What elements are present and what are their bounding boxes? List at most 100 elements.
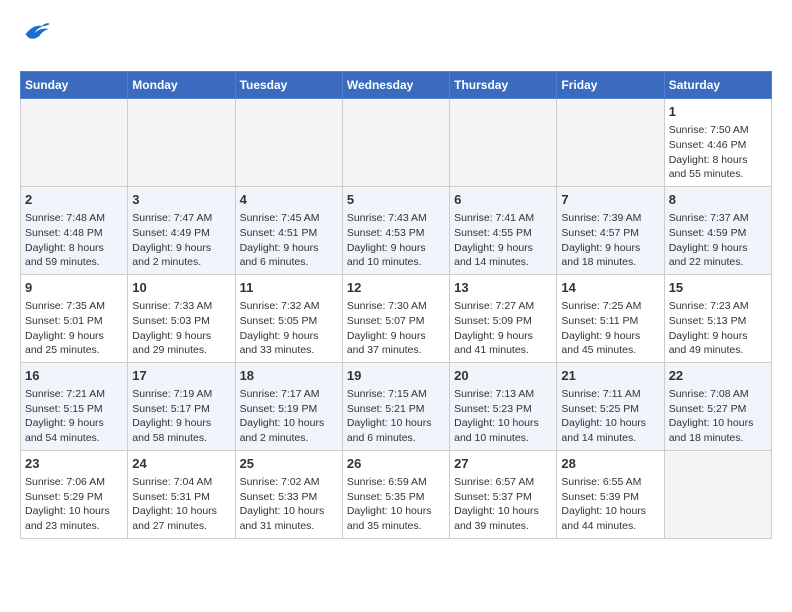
day-info: Sunrise: 7:02 AM Sunset: 5:33 PM Dayligh…	[240, 475, 338, 534]
weekday-header: Thursday	[450, 72, 557, 99]
day-number: 10	[132, 279, 230, 297]
calendar-cell: 5 Sunrise: 7:43 AM Sunset: 4:53 PM Daylig…	[342, 187, 449, 275]
day-info: Sunrise: 7:33 AM Sunset: 5:03 PM Dayligh…	[132, 299, 230, 358]
day-number: 8	[669, 191, 767, 209]
calendar-cell	[342, 99, 449, 187]
calendar-cell: 26 Sunrise: 6:59 AM Sunset: 5:35 PM Dayli…	[342, 450, 449, 538]
day-number: 22	[669, 367, 767, 385]
day-info: Sunrise: 7:41 AM Sunset: 4:55 PM Dayligh…	[454, 211, 552, 270]
calendar-cell	[450, 99, 557, 187]
day-info: Sunrise: 7:11 AM Sunset: 5:25 PM Dayligh…	[561, 387, 659, 446]
day-info: Sunrise: 7:17 AM Sunset: 5:19 PM Dayligh…	[240, 387, 338, 446]
calendar-cell: 15 Sunrise: 7:23 AM Sunset: 5:13 PM Dayli…	[664, 274, 771, 362]
day-number: 23	[25, 455, 123, 473]
weekday-header: Monday	[128, 72, 235, 99]
calendar-cell: 3 Sunrise: 7:47 AM Sunset: 4:49 PM Daylig…	[128, 187, 235, 275]
day-number: 7	[561, 191, 659, 209]
calendar-cell	[235, 99, 342, 187]
calendar-cell: 24 Sunrise: 7:04 AM Sunset: 5:31 PM Dayli…	[128, 450, 235, 538]
day-number: 26	[347, 455, 445, 473]
day-info: Sunrise: 7:39 AM Sunset: 4:57 PM Dayligh…	[561, 211, 659, 270]
day-number: 28	[561, 455, 659, 473]
day-number: 6	[454, 191, 552, 209]
day-number: 19	[347, 367, 445, 385]
day-info: Sunrise: 7:37 AM Sunset: 4:59 PM Dayligh…	[669, 211, 767, 270]
day-info: Sunrise: 7:30 AM Sunset: 5:07 PM Dayligh…	[347, 299, 445, 358]
weekday-header: Sunday	[21, 72, 128, 99]
day-number: 27	[454, 455, 552, 473]
calendar-cell	[557, 99, 664, 187]
calendar-table: SundayMondayTuesdayWednesdayThursdayFrid…	[20, 71, 772, 539]
day-info: Sunrise: 6:55 AM Sunset: 5:39 PM Dayligh…	[561, 475, 659, 534]
day-info: Sunrise: 7:47 AM Sunset: 4:49 PM Dayligh…	[132, 211, 230, 270]
calendar-cell	[128, 99, 235, 187]
calendar-cell: 8 Sunrise: 7:37 AM Sunset: 4:59 PM Daylig…	[664, 187, 771, 275]
day-number: 17	[132, 367, 230, 385]
calendar-cell: 7 Sunrise: 7:39 AM Sunset: 4:57 PM Daylig…	[557, 187, 664, 275]
logo	[20, 20, 50, 61]
calendar-cell: 19 Sunrise: 7:15 AM Sunset: 5:21 PM Dayli…	[342, 362, 449, 450]
calendar-cell: 21 Sunrise: 7:11 AM Sunset: 5:25 PM Dayli…	[557, 362, 664, 450]
day-info: Sunrise: 7:15 AM Sunset: 5:21 PM Dayligh…	[347, 387, 445, 446]
day-info: Sunrise: 6:59 AM Sunset: 5:35 PM Dayligh…	[347, 475, 445, 534]
day-number: 11	[240, 279, 338, 297]
calendar-cell: 6 Sunrise: 7:41 AM Sunset: 4:55 PM Daylig…	[450, 187, 557, 275]
calendar-cell: 23 Sunrise: 7:06 AM Sunset: 5:29 PM Dayli…	[21, 450, 128, 538]
day-number: 16	[25, 367, 123, 385]
day-number: 20	[454, 367, 552, 385]
day-info: Sunrise: 7:13 AM Sunset: 5:23 PM Dayligh…	[454, 387, 552, 446]
calendar-cell: 18 Sunrise: 7:17 AM Sunset: 5:19 PM Dayli…	[235, 362, 342, 450]
day-info: Sunrise: 7:21 AM Sunset: 5:15 PM Dayligh…	[25, 387, 123, 446]
calendar-cell: 4 Sunrise: 7:45 AM Sunset: 4:51 PM Daylig…	[235, 187, 342, 275]
day-info: Sunrise: 7:23 AM Sunset: 5:13 PM Dayligh…	[669, 299, 767, 358]
calendar-cell	[664, 450, 771, 538]
day-info: Sunrise: 7:48 AM Sunset: 4:48 PM Dayligh…	[25, 211, 123, 270]
calendar-cell: 11 Sunrise: 7:32 AM Sunset: 5:05 PM Dayli…	[235, 274, 342, 362]
day-number: 13	[454, 279, 552, 297]
day-number: 4	[240, 191, 338, 209]
calendar-cell: 2 Sunrise: 7:48 AM Sunset: 4:48 PM Daylig…	[21, 187, 128, 275]
calendar-cell: 1 Sunrise: 7:50 AM Sunset: 4:46 PM Daylig…	[664, 99, 771, 187]
day-number: 2	[25, 191, 123, 209]
calendar-cell: 13Sunrise: 7:27 AM Sunset: 5:09 PM Dayli…	[450, 274, 557, 362]
calendar-header-row: SundayMondayTuesdayWednesdayThursdayFrid…	[21, 72, 772, 99]
calendar-cell	[21, 99, 128, 187]
day-number: 1	[669, 103, 767, 121]
day-info: Sunrise: 7:45 AM Sunset: 4:51 PM Dayligh…	[240, 211, 338, 270]
day-info: Sunrise: 7:43 AM Sunset: 4:53 PM Dayligh…	[347, 211, 445, 270]
calendar-cell: 9 Sunrise: 7:35 AM Sunset: 5:01 PM Daylig…	[21, 274, 128, 362]
day-number: 14	[561, 279, 659, 297]
calendar-cell: 12 Sunrise: 7:30 AM Sunset: 5:07 PM Dayli…	[342, 274, 449, 362]
day-info: Sunrise: 7:04 AM Sunset: 5:31 PM Dayligh…	[132, 475, 230, 534]
page-header	[20, 20, 772, 61]
weekday-header: Friday	[557, 72, 664, 99]
day-info: Sunrise: 6:57 AM Sunset: 5:37 PM Dayligh…	[454, 475, 552, 534]
calendar-cell: 14 Sunrise: 7:25 AM Sunset: 5:11 PM Dayli…	[557, 274, 664, 362]
day-number: 12	[347, 279, 445, 297]
weekday-header: Tuesday	[235, 72, 342, 99]
day-number: 18	[240, 367, 338, 385]
day-info: Sunrise: 7:06 AM Sunset: 5:29 PM Dayligh…	[25, 475, 123, 534]
calendar-cell: 27 Sunrise: 6:57 AM Sunset: 5:37 PM Dayli…	[450, 450, 557, 538]
day-info: Sunrise: 7:32 AM Sunset: 5:05 PM Dayligh…	[240, 299, 338, 358]
calendar-cell: 25 Sunrise: 7:02 AM Sunset: 5:33 PM Dayli…	[235, 450, 342, 538]
day-number: 24	[132, 455, 230, 473]
day-number: 3	[132, 191, 230, 209]
calendar-cell: 10 Sunrise: 7:33 AM Sunset: 5:03 PM Dayli…	[128, 274, 235, 362]
calendar-cell: 28 Sunrise: 6:55 AM Sunset: 5:39 PM Dayli…	[557, 450, 664, 538]
calendar-cell: 20 Sunrise: 7:13 AM Sunset: 5:23 PM Dayli…	[450, 362, 557, 450]
day-info: Sunrise: 7:35 AM Sunset: 5:01 PM Dayligh…	[25, 299, 123, 358]
day-number: 5	[347, 191, 445, 209]
calendar-cell: 22 Sunrise: 7:08 AM Sunset: 5:27 PM Dayli…	[664, 362, 771, 450]
logo-icon	[22, 20, 50, 42]
day-number: 15	[669, 279, 767, 297]
day-info: Sunrise: 7:08 AM Sunset: 5:27 PM Dayligh…	[669, 387, 767, 446]
weekday-header: Saturday	[664, 72, 771, 99]
day-number: 21	[561, 367, 659, 385]
day-info: Sunrise: 7:19 AM Sunset: 5:17 PM Dayligh…	[132, 387, 230, 446]
day-number: 9	[25, 279, 123, 297]
day-info: Sunrise: 7:25 AM Sunset: 5:11 PM Dayligh…	[561, 299, 659, 358]
day-number: 25	[240, 455, 338, 473]
day-info: Sunrise: 7:50 AM Sunset: 4:46 PM Dayligh…	[669, 123, 767, 182]
weekday-header: Wednesday	[342, 72, 449, 99]
